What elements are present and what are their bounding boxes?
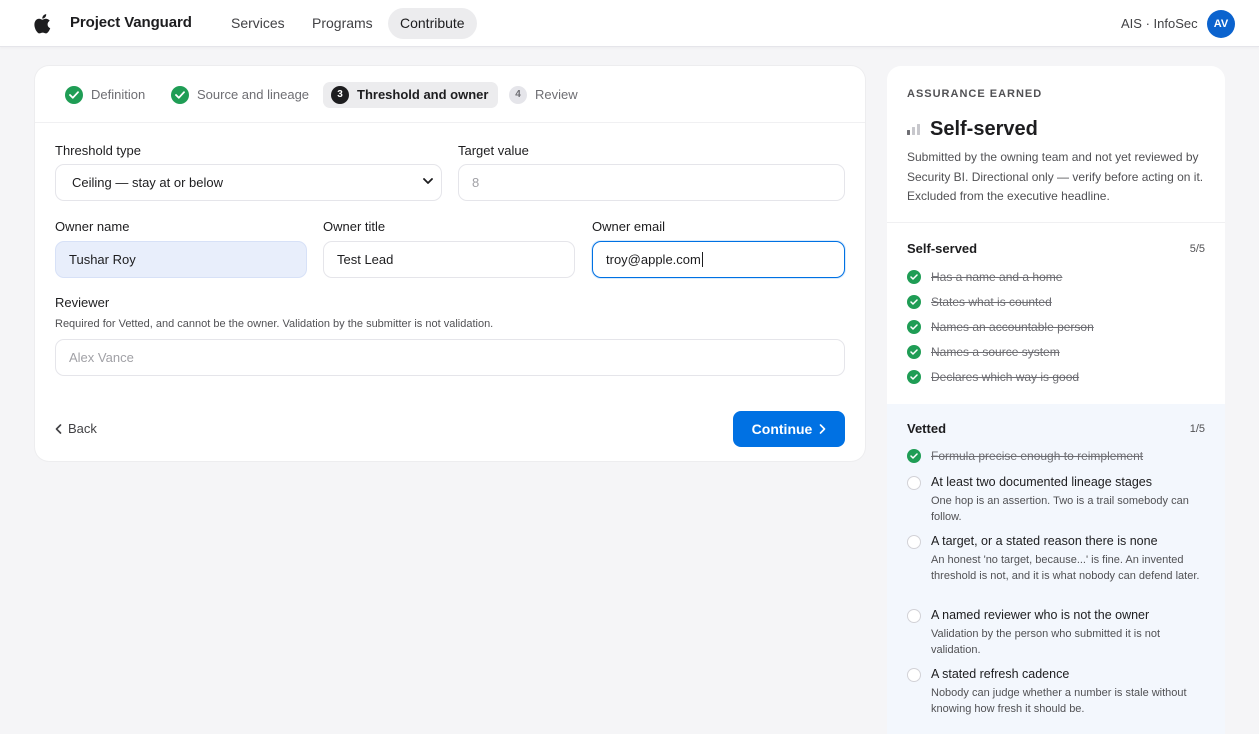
assurance-level: Self-served — [907, 118, 1038, 141]
step-threshold-and-owner[interactable]: 3 Threshold and owner — [323, 82, 499, 108]
vetted-section: Vetted 1/5 Formula precise enough to rei… — [887, 404, 1225, 734]
step-label: Definition — [91, 87, 146, 102]
owner-title-input[interactable]: Test Lead — [323, 241, 575, 278]
check-icon — [907, 269, 921, 284]
checklist-item-label: States what is counted — [931, 295, 1052, 309]
signal-bars-icon — [907, 124, 920, 135]
nav-link-services[interactable]: Services — [219, 8, 297, 39]
contribute-form-card: Definition Source and lineage 3 Threshold… — [35, 66, 865, 461]
self-served-count: 5/5 — [1189, 243, 1205, 255]
checklist-item: Declares which way is good — [907, 369, 1080, 385]
target-value-input[interactable]: 8 — [458, 164, 845, 201]
empty-circle-icon — [907, 476, 921, 490]
checklist-item-title: At least two documented lineage stages — [931, 475, 1152, 489]
brand-name[interactable]: Project Vanguard — [70, 14, 192, 31]
checklist-item: Formula precise enough to reimplement — [907, 448, 1144, 464]
reviewer-hint: Required for Vetted, and cannot be the o… — [55, 318, 494, 330]
divider — [35, 122, 865, 123]
continue-button[interactable]: Continue — [733, 411, 845, 447]
empty-circle-icon — [907, 535, 921, 549]
reviewer-label: Reviewer — [55, 295, 110, 310]
checklist-item: Names an accountable person — [907, 319, 1094, 335]
checklist-item-detail: Validation by the person who submitted i… — [931, 628, 1161, 656]
reviewer-input[interactable]: Alex Vance — [55, 339, 845, 376]
threshold-type-select[interactable]: Ceiling — stay at or below — [55, 164, 442, 201]
step-source-and-lineage[interactable]: Source and lineage — [171, 82, 309, 108]
check-icon — [65, 85, 83, 104]
org-label: AIS · InfoSec — [1121, 16, 1198, 31]
empty-circle-icon — [907, 668, 921, 682]
check-icon — [907, 344, 921, 359]
self-served-title: Self-served — [907, 241, 978, 256]
step-label: Review — [535, 87, 578, 102]
checklist-item-detail: One hop is an assertion. Two is a trail … — [931, 495, 1189, 523]
checklist-item-detail: Nobody can judge whether a number is sta… — [931, 687, 1187, 715]
checklist-item-label: Declares which way is good — [931, 370, 1080, 384]
continue-label: Continue — [751, 421, 813, 437]
check-icon — [907, 319, 921, 334]
avatar[interactable]: AV — [1207, 10, 1235, 38]
owner-email-value: troy@apple.com — [606, 252, 701, 267]
check-icon — [907, 448, 921, 463]
step-label: Source and lineage — [197, 87, 310, 102]
threshold-type-label: Threshold type — [55, 143, 141, 158]
checklist-item-title: A stated refresh cadence — [931, 667, 1070, 681]
chevron-left-icon — [55, 423, 62, 434]
step-review[interactable]: 4 Review — [509, 82, 578, 108]
assurance-panel: ASSURANCE EARNED Self-served Submitted b… — [887, 66, 1225, 734]
text-caret — [701, 252, 703, 268]
owner-name-label: Owner name — [55, 219, 130, 234]
assurance-description: Submitted by the owning team and not yet… — [907, 150, 1204, 203]
nav-link-contribute[interactable]: Contribute — [388, 8, 477, 39]
checklist-item-label: Names a source system — [931, 345, 1060, 359]
check-icon — [907, 369, 921, 384]
threshold-type-value: Ceiling — stay at or below — [72, 175, 224, 190]
owner-title-label: Owner title — [323, 219, 386, 234]
checklist-item-title: A target, or a stated reason there is no… — [931, 534, 1158, 548]
step-definition[interactable]: Definition — [65, 82, 145, 108]
chevron-down-icon — [423, 178, 433, 184]
top-nav: Project Vanguard Services Programs Contr… — [0, 0, 1259, 47]
assurance-eyebrow: ASSURANCE EARNED — [907, 88, 1043, 100]
checklist-item-label: Has a name and a home — [931, 270, 1063, 284]
checklist-item-label: Formula precise enough to reimplement — [931, 449, 1144, 463]
step-number: 4 — [509, 85, 527, 104]
divider — [887, 222, 1225, 223]
apple-logo-icon[interactable] — [33, 14, 51, 34]
back-label: Back — [68, 421, 97, 436]
checklist-item-detail: An honest 'no target, because...' is fin… — [931, 554, 1200, 582]
check-icon — [907, 294, 921, 309]
vetted-title: Vetted — [907, 421, 947, 436]
step-label: Threshold and owner — [357, 87, 489, 102]
back-button[interactable]: Back — [55, 421, 97, 436]
owner-email-label: Owner email — [592, 219, 665, 234]
vetted-count: 1/5 — [1189, 423, 1205, 435]
checklist-item-label: Names an accountable person — [931, 320, 1094, 334]
checklist-item: Has a name and a home — [907, 269, 1063, 285]
nav-link-programs[interactable]: Programs — [300, 8, 385, 39]
checklist-item-title: A named reviewer who is not the owner — [931, 608, 1150, 622]
owner-name-input[interactable]: Tushar Roy — [55, 241, 307, 278]
checklist-item: Names a source system — [907, 344, 1060, 360]
checklist-item: States what is counted — [907, 294, 1052, 310]
assurance-level-label: Self-served — [930, 118, 1038, 140]
check-icon — [171, 85, 189, 104]
target-value-label: Target value — [458, 143, 529, 158]
empty-circle-icon — [907, 609, 921, 623]
chevron-right-icon — [820, 424, 826, 435]
owner-email-input[interactable]: troy@apple.com — [592, 241, 845, 278]
step-number: 3 — [331, 85, 349, 104]
